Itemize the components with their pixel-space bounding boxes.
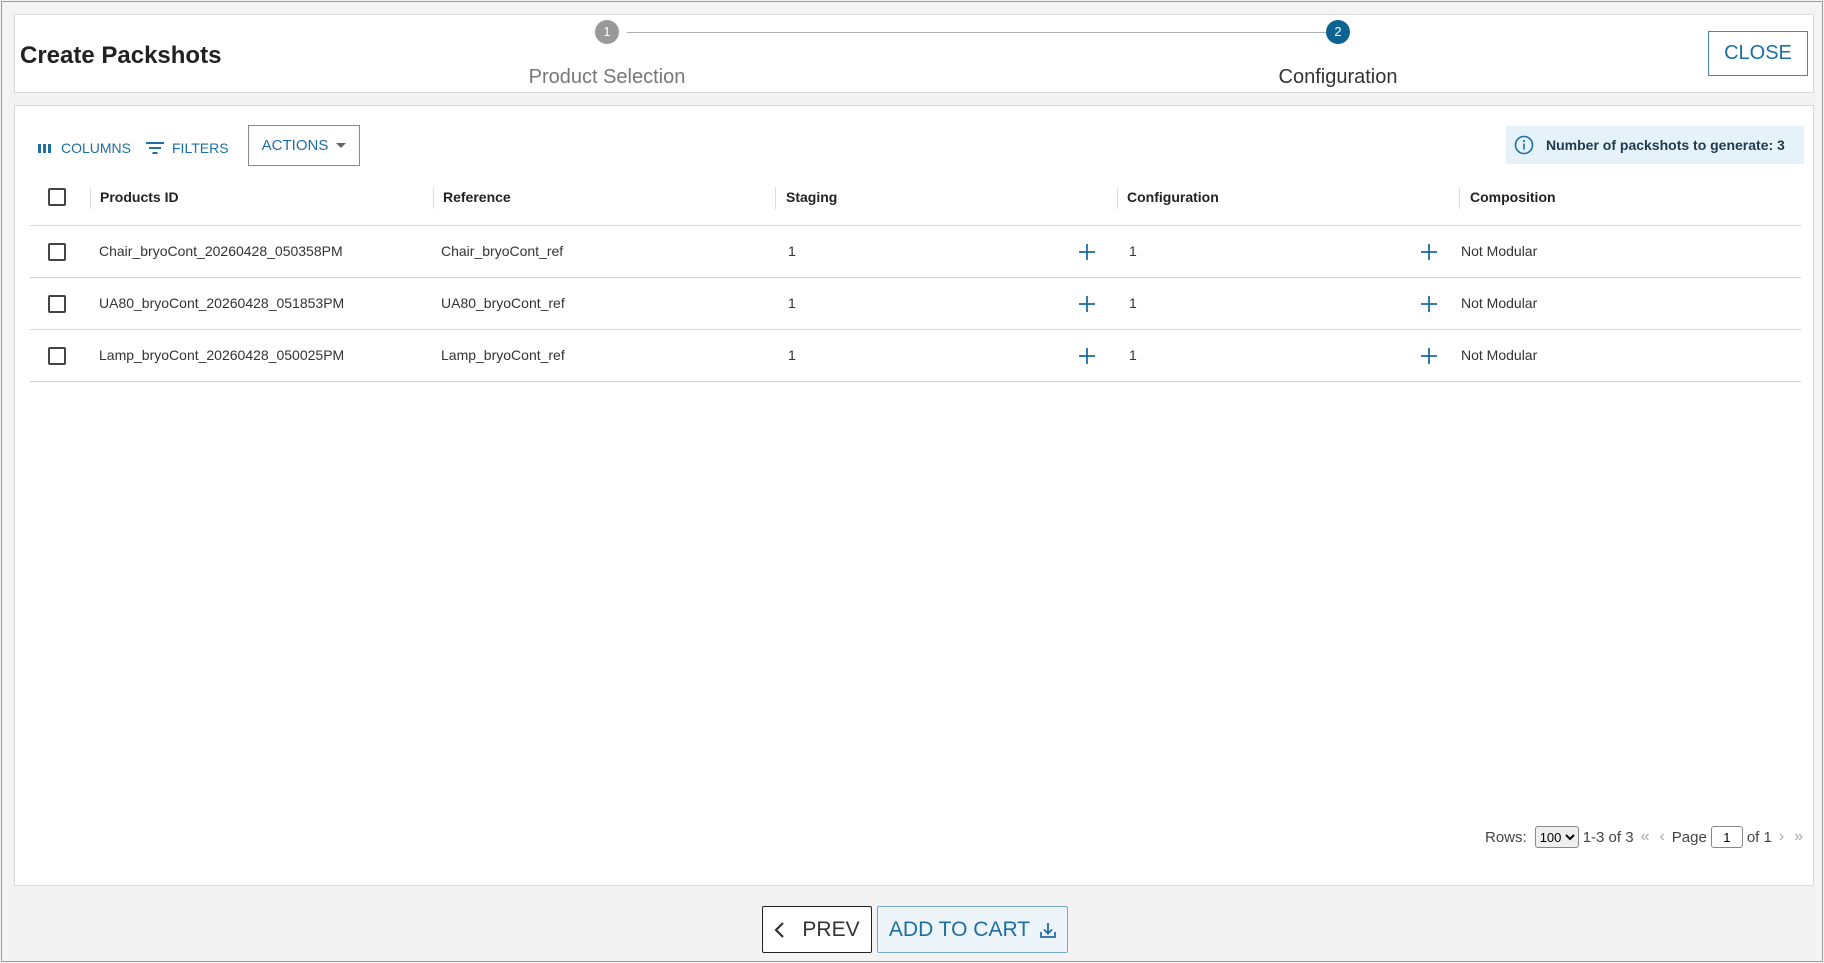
filter-icon [146, 142, 164, 154]
cell-configuration: 1 [1129, 295, 1137, 311]
header-products-id[interactable]: Products ID [100, 169, 179, 225]
header-configuration[interactable]: Configuration [1127, 169, 1219, 225]
cell-products-id: Chair_bryoCont_20260428_050358PM [99, 243, 343, 259]
cell-staging: 1 [788, 243, 796, 259]
pagination: Rows: 100 1-3 of 3 « ‹ Page of 1 › » [1485, 825, 1806, 849]
cell-composition: Not Modular [1461, 295, 1538, 311]
filters-label: FILTERS [172, 140, 229, 156]
cell-products-id: Lamp_bryoCont_20260428_050025PM [99, 347, 345, 363]
prev-page-icon[interactable]: ‹ [1656, 828, 1667, 846]
table-row[interactable]: Lamp_bryoCont_20260428_050025PM Lamp_bry… [30, 330, 1801, 382]
step-2-label[interactable]: Configuration [1208, 66, 1468, 89]
row-checkbox[interactable] [48, 347, 66, 365]
add-to-cart-button[interactable]: ADD TO CART [877, 906, 1068, 953]
cell-configuration: 1 [1129, 347, 1137, 363]
add-staging-plus-icon[interactable] [1077, 242, 1097, 262]
page-label: Page [1671, 828, 1707, 846]
row-checkbox[interactable] [48, 243, 66, 261]
step-2-badge[interactable]: 2 [1326, 20, 1350, 44]
dialog-header: Create Packshots 1 Product Selection 2 C… [14, 14, 1814, 93]
add-to-cart-label: ADD TO CART [888, 917, 1031, 941]
main-panel: COLUMNS FILTERS ACTIONS Number of packsh… [14, 105, 1814, 886]
cell-staging: 1 [788, 347, 796, 363]
info-text: Number of packshots to generate: 3 [1546, 137, 1785, 153]
range-text: 1-3 of 3 [1582, 828, 1634, 846]
table-header: Products ID Reference Staging Configurat… [30, 169, 1801, 226]
cell-staging: 1 [788, 295, 796, 311]
caret-down-icon [336, 143, 347, 148]
last-page-icon[interactable]: » [1791, 828, 1806, 846]
add-configuration-plus-icon[interactable] [1419, 242, 1439, 262]
step-1-badge[interactable]: 1 [595, 20, 619, 44]
cell-composition: Not Modular [1461, 347, 1538, 363]
add-configuration-plus-icon[interactable] [1419, 294, 1439, 314]
page-title: Create Packshots [20, 42, 222, 69]
header-staging[interactable]: Staging [786, 169, 837, 225]
step-1-label[interactable]: Product Selection [477, 66, 737, 89]
cell-reference: UA80_bryoCont_ref [441, 295, 565, 311]
column-separator [1459, 187, 1460, 209]
add-staging-plus-icon[interactable] [1077, 294, 1097, 314]
add-configuration-plus-icon[interactable] [1419, 346, 1439, 366]
cell-products-id: UA80_bryoCont_20260428_051853PM [99, 295, 345, 311]
products-table: Products ID Reference Staging Configurat… [30, 169, 1801, 382]
column-separator [1117, 187, 1118, 209]
table-row[interactable]: Chair_bryoCont_20260428_050358PM Chair_b… [30, 226, 1801, 278]
prev-button[interactable]: PREV [762, 906, 872, 953]
stepper-line [627, 32, 1331, 33]
columns-button[interactable]: COLUMNS [37, 134, 131, 162]
rows-per-page-select[interactable]: 100 [1534, 826, 1579, 848]
column-separator [775, 187, 776, 209]
columns-label: COLUMNS [61, 140, 132, 156]
row-checkbox[interactable] [48, 295, 66, 313]
column-separator [433, 187, 434, 209]
table-row[interactable]: UA80_bryoCont_20260428_051853PM UA80_bry… [30, 278, 1801, 330]
rows-label: Rows: [1485, 828, 1527, 846]
first-page-icon[interactable]: « [1638, 828, 1653, 846]
actions-dropdown[interactable]: ACTIONS [248, 125, 360, 166]
cell-composition: Not Modular [1461, 243, 1538, 259]
packshot-count-info: Number of packshots to generate: 3 [1506, 126, 1804, 164]
chevron-left-icon [774, 921, 785, 938]
dialog-frame: Create Packshots 1 Product Selection 2 C… [1, 1, 1823, 962]
page-of-text: of 1 [1746, 828, 1772, 846]
next-page-icon[interactable]: › [1776, 828, 1787, 846]
cell-configuration: 1 [1129, 243, 1137, 259]
actions-label: ACTIONS [261, 137, 329, 154]
cell-reference: Lamp_bryoCont_ref [441, 347, 565, 363]
close-button[interactable]: CLOSE [1708, 31, 1808, 76]
header-reference[interactable]: Reference [443, 169, 511, 225]
filters-button[interactable]: FILTERS [146, 134, 229, 162]
column-separator [90, 187, 91, 209]
columns-icon [38, 144, 51, 153]
select-all-checkbox[interactable] [48, 188, 66, 206]
header-composition[interactable]: Composition [1470, 169, 1556, 225]
cell-reference: Chair_bryoCont_ref [441, 243, 564, 259]
add-staging-plus-icon[interactable] [1077, 346, 1097, 366]
info-icon [1514, 135, 1534, 155]
prev-label: PREV [802, 917, 860, 941]
download-icon [1040, 922, 1056, 938]
page-number-input[interactable] [1710, 826, 1743, 848]
